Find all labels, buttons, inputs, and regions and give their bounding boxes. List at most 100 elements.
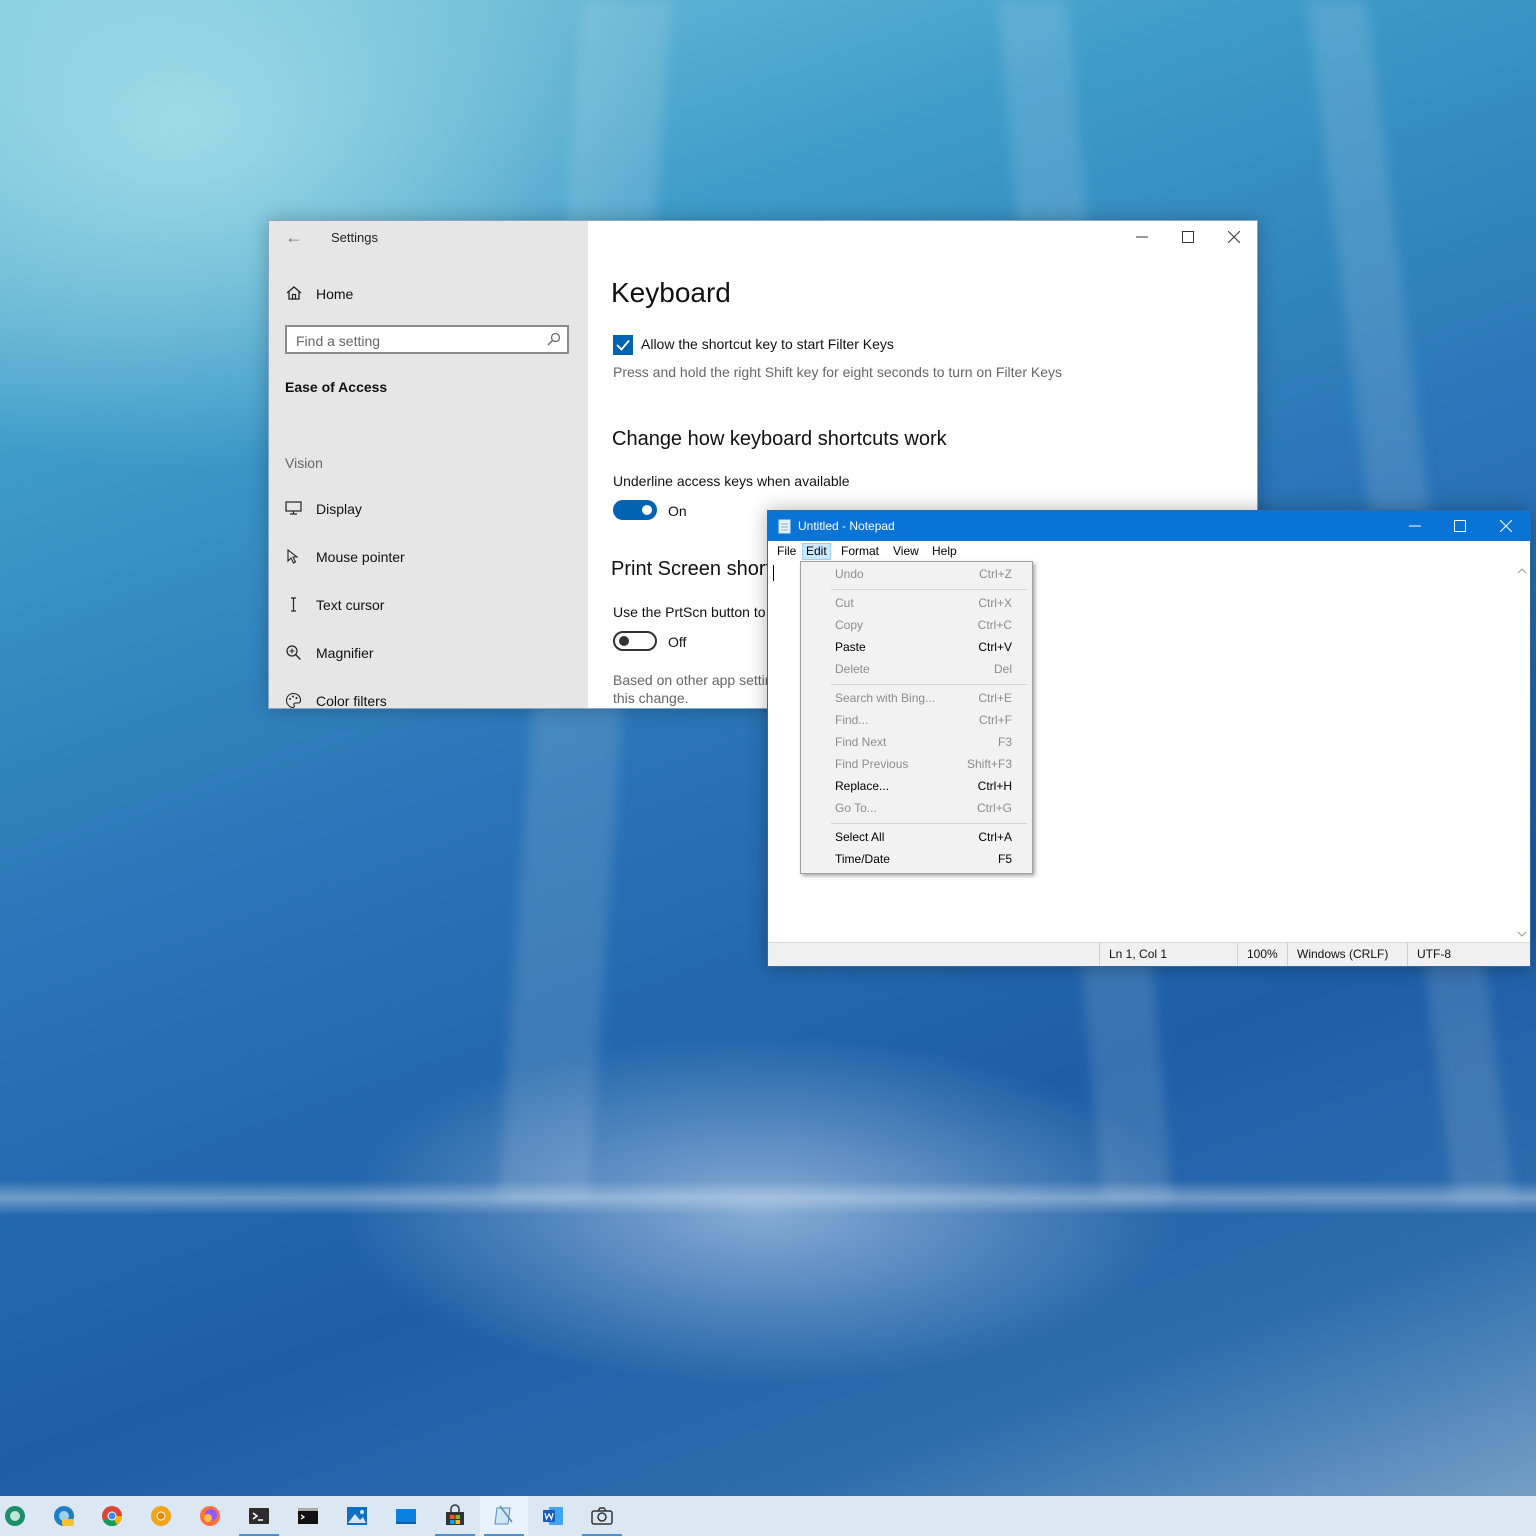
- mail-icon: [396, 1509, 416, 1524]
- menu-item-copy[interactable]: Copy Ctrl+C: [801, 614, 1032, 636]
- sidebar-item-color-filters[interactable]: Color filters: [285, 690, 565, 709]
- menu-item-label: Replace...: [835, 779, 890, 793]
- menu-item-time-date[interactable]: Time/Date F5: [801, 848, 1032, 870]
- menu-item-shortcut: Ctrl+H: [977, 779, 1012, 793]
- window-title: Settings: [331, 230, 378, 245]
- monitor-icon: [285, 501, 302, 515]
- menu-view[interactable]: View: [889, 543, 923, 560]
- menu-item-label: Select All: [835, 830, 885, 844]
- maximize-icon: [1454, 520, 1466, 532]
- notepad-close-button[interactable]: [1483, 511, 1529, 541]
- taskbar-word[interactable]: [529, 1496, 577, 1536]
- status-encoding: UTF-8: [1407, 943, 1451, 966]
- menu-item-label: Cut: [835, 596, 854, 610]
- menu-item-replace[interactable]: Replace... Ctrl+H: [801, 775, 1032, 797]
- notepad-titlebar[interactable]: Untitled - Notepad: [768, 511, 1530, 541]
- sidebar-item-display[interactable]: Display: [285, 498, 565, 522]
- notepad-minimize-button[interactable]: [1392, 511, 1438, 541]
- menu-item-go-to[interactable]: Go To... Ctrl+G: [801, 797, 1032, 819]
- taskbar-command-prompt[interactable]: [284, 1496, 332, 1536]
- category-heading: Ease of Access: [285, 379, 388, 395]
- taskbar-notepad[interactable]: [480, 1496, 528, 1536]
- store-icon: [446, 1504, 464, 1525]
- search-input[interactable]: [287, 327, 548, 354]
- taskbar-store[interactable]: [431, 1496, 479, 1536]
- home-link[interactable]: Home: [316, 286, 353, 302]
- sidebar-item-label: Magnifier: [316, 645, 374, 661]
- underline-access-keys-toggle[interactable]: [613, 500, 657, 520]
- taskbar: [0, 1496, 1536, 1536]
- taskbar-chrome[interactable]: [88, 1496, 136, 1536]
- menu-item-shortcut: F5: [997, 852, 1012, 866]
- toggle-knob: [642, 505, 652, 515]
- taskbar-camera[interactable]: [578, 1496, 626, 1536]
- menu-item-label: Find Previous: [835, 757, 909, 771]
- taskbar-photos[interactable]: [333, 1496, 381, 1536]
- menu-item-label: Undo: [835, 567, 864, 581]
- menu-item-paste[interactable]: Paste Ctrl+V: [801, 636, 1032, 658]
- menu-item-delete[interactable]: Delete Del: [801, 658, 1032, 680]
- notepad-status-bar: Ln 1, Col 1 100% Windows (CRLF) UTF-8: [768, 942, 1530, 966]
- scroll-up-arrow-icon[interactable]: [1514, 563, 1530, 579]
- palette-icon: [285, 692, 302, 708]
- notepad-maximize-button[interactable]: [1437, 511, 1483, 541]
- menu-item-label: Go To...: [835, 801, 877, 815]
- filter-keys-checkbox[interactable]: [613, 335, 633, 355]
- shortcuts-heading: Change how keyboard shortcuts work: [612, 428, 947, 450]
- vertical-scrollbar[interactable]: [1514, 561, 1530, 942]
- notepad-menubar: File Edit Format View Help: [768, 541, 1530, 561]
- taskbar-firefox[interactable]: [186, 1496, 234, 1536]
- filter-keys-checkbox-label[interactable]: Allow the shortcut key to start Filter K…: [641, 336, 894, 352]
- chrome-icon: [102, 1506, 123, 1527]
- toggle-knob: [619, 636, 629, 646]
- taskbar-terminal[interactable]: [235, 1496, 283, 1536]
- sidebar-item-label: Color filters: [316, 693, 387, 709]
- home-icon: [286, 286, 302, 300]
- filter-keys-hint: Press and hold the right Shift key for e…: [613, 364, 1063, 380]
- toggle-state-label: On: [668, 503, 687, 519]
- menu-item-find[interactable]: Find... Ctrl+F: [801, 709, 1032, 731]
- edge-canary-icon: [54, 1506, 74, 1526]
- sidebar-item-magnifier[interactable]: Magnifier: [285, 642, 565, 666]
- menu-item-shortcut: Ctrl+G: [976, 801, 1012, 815]
- status-cursor-position: Ln 1, Col 1: [1099, 943, 1167, 966]
- scroll-down-arrow-icon[interactable]: [1514, 926, 1530, 942]
- menu-item-find-previous[interactable]: Find Previous Shift+F3: [801, 753, 1032, 775]
- camera-icon: [591, 1507, 613, 1525]
- search-box[interactable]: [285, 325, 569, 354]
- back-arrow-icon[interactable]: ←: [285, 227, 303, 248]
- menu-item-shortcut: Ctrl+F: [979, 713, 1012, 727]
- chrome-canary-icon: [151, 1506, 171, 1526]
- taskbar-edge-dev[interactable]: [0, 1496, 39, 1536]
- toggle-state-label: Off: [668, 634, 687, 650]
- status-line-ending: Windows (CRLF): [1287, 943, 1388, 966]
- menu-item-undo[interactable]: Undo Ctrl+Z: [801, 563, 1032, 585]
- menu-edit[interactable]: Edit: [802, 543, 831, 560]
- menu-item-cut[interactable]: Cut Ctrl+X: [801, 592, 1032, 614]
- edge-dev-icon: [5, 1506, 25, 1526]
- menu-help[interactable]: Help: [928, 543, 961, 560]
- taskbar-mail[interactable]: [382, 1496, 430, 1536]
- notepad-icon: [778, 519, 791, 534]
- notepad-icon: [494, 1505, 513, 1525]
- print-screen-heading: Print Screen short: [611, 558, 772, 580]
- menu-item-select-all[interactable]: Select All Ctrl+A: [801, 826, 1032, 848]
- menu-item-shortcut: Ctrl+V: [978, 640, 1012, 654]
- based-on-settings-note: Based on other app settin this change.: [613, 672, 773, 706]
- close-icon: [1500, 520, 1512, 532]
- menu-item-label: Find Next: [835, 735, 887, 749]
- menu-item-search-with-bing[interactable]: Search with Bing... Ctrl+E: [801, 687, 1032, 709]
- text-cursor-icon: [291, 597, 296, 612]
- menu-file[interactable]: File: [773, 543, 800, 560]
- sidebar-item-mouse-pointer[interactable]: Mouse pointer: [285, 546, 565, 570]
- menu-item-label: Paste: [835, 640, 866, 654]
- search-icon[interactable]: [547, 332, 561, 346]
- menu-item-find-next[interactable]: Find Next F3: [801, 731, 1032, 753]
- taskbar-edge-canary[interactable]: [40, 1496, 88, 1536]
- prtscn-toggle[interactable]: [613, 631, 657, 651]
- menu-item-shortcut: Ctrl+Z: [979, 567, 1012, 581]
- taskbar-chrome-canary[interactable]: [137, 1496, 185, 1536]
- menu-format[interactable]: Format: [837, 543, 883, 560]
- sidebar-item-text-cursor[interactable]: Text cursor: [285, 594, 565, 618]
- page-title: Keyboard: [611, 277, 731, 308]
